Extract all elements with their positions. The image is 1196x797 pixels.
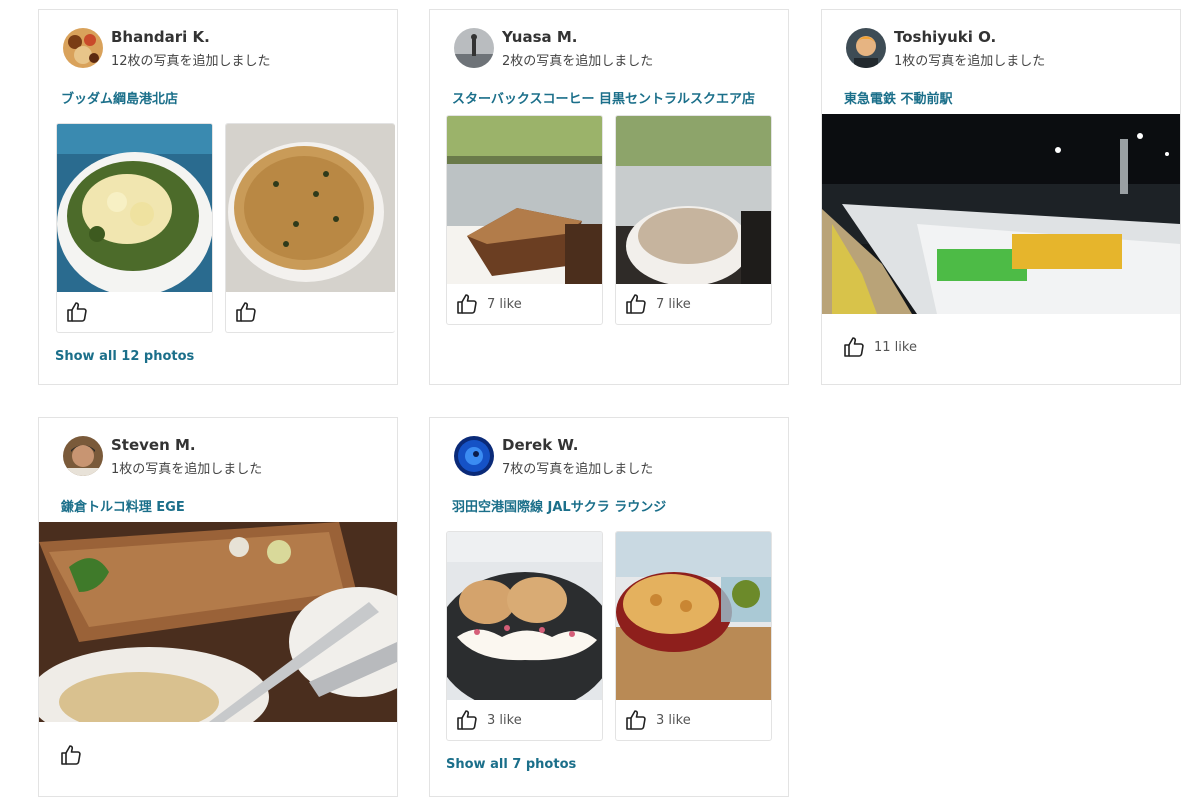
photo-thumbnail[interactable]: 3 like xyxy=(615,531,772,741)
like-row: 7 like xyxy=(455,292,522,316)
photo-image[interactable] xyxy=(616,116,771,284)
card-header: Toshiyuki O. 1枚の写真を追加しました xyxy=(846,28,1166,69)
photo-image[interactable] xyxy=(447,532,602,700)
activity-card: Toshiyuki O. 1枚の写真を追加しました 東急電鉄 不動前駅 11 l… xyxy=(821,9,1181,385)
thumbs-up-icon[interactable] xyxy=(59,743,83,767)
photo-thumbnail[interactable]: 7 like xyxy=(615,115,772,325)
avatar[interactable] xyxy=(454,436,494,476)
place-link[interactable]: 鎌倉トルコ料理 EGE xyxy=(61,496,379,515)
like-row: 7 like xyxy=(624,292,691,316)
photo-image[interactable] xyxy=(447,116,602,284)
card-header: Bhandari K. 12枚の写真を追加しました xyxy=(63,28,383,69)
user-name[interactable]: Yuasa M. xyxy=(502,28,577,46)
activity-card: Yuasa M. 2枚の写真を追加しました スターバックスコーヒー 目黒セントラ… xyxy=(429,9,789,385)
like-row xyxy=(65,300,97,324)
thumbs-up-icon[interactable] xyxy=(842,335,866,359)
photo-image[interactable] xyxy=(226,124,395,292)
card-header: Derek W. 7枚の写真を追加しました xyxy=(454,436,774,477)
like-row: 3 like xyxy=(455,708,522,732)
like-count: 3 like xyxy=(487,712,522,728)
activity-card: Bhandari K. 12枚の写真を追加しました ブッダム綱島港北店 Show… xyxy=(38,9,398,385)
like-row: 3 like xyxy=(624,708,691,732)
thumbs-up-icon[interactable] xyxy=(624,292,648,316)
user-name[interactable]: Derek W. xyxy=(502,436,578,454)
user-name[interactable]: Toshiyuki O. xyxy=(894,28,996,46)
photo-image[interactable] xyxy=(616,532,771,700)
place-link[interactable]: ブッダム綱島港北店 xyxy=(61,88,379,107)
like-count: 7 like xyxy=(487,296,522,312)
thumbs-up-icon[interactable] xyxy=(455,708,479,732)
photo-image[interactable] xyxy=(39,522,397,722)
activity-summary: 7枚の写真を追加しました xyxy=(502,462,654,477)
avatar[interactable] xyxy=(63,436,103,476)
photo-thumbnail[interactable] xyxy=(56,123,213,333)
like-count: 11 like xyxy=(874,339,917,355)
thumbs-up-icon[interactable] xyxy=(624,708,648,732)
thumbs-up-icon[interactable] xyxy=(455,292,479,316)
show-all-photos-link[interactable]: Show all 12 photos xyxy=(55,349,194,364)
activity-card: Steven M. 1枚の写真を追加しました 鎌倉トルコ料理 EGE xyxy=(38,417,398,797)
like-row xyxy=(234,300,266,324)
card-header: Steven M. 1枚の写真を追加しました xyxy=(63,436,383,477)
thumbs-up-icon[interactable] xyxy=(65,300,89,324)
photo-thumbnail[interactable]: 7 like xyxy=(446,115,603,325)
photo-image[interactable] xyxy=(822,114,1180,314)
activity-summary: 1枚の写真を追加しました xyxy=(111,462,263,477)
like-row xyxy=(59,743,91,767)
avatar[interactable] xyxy=(454,28,494,68)
thumbs-up-icon[interactable] xyxy=(234,300,258,324)
user-name[interactable]: Bhandari K. xyxy=(111,28,210,46)
like-count: 3 like xyxy=(656,712,691,728)
activity-summary: 2枚の写真を追加しました xyxy=(502,54,654,69)
photo-thumbnail[interactable] xyxy=(225,123,395,333)
user-name[interactable]: Steven M. xyxy=(111,436,196,454)
photo-thumbnail[interactable]: 3 like xyxy=(446,531,603,741)
activity-summary: 1枚の写真を追加しました xyxy=(894,54,1046,69)
place-link[interactable]: スターバックスコーヒー 目黒セントラルスクエア店 xyxy=(452,88,770,107)
card-header: Yuasa M. 2枚の写真を追加しました xyxy=(454,28,774,69)
like-row: 11 like xyxy=(842,335,917,359)
place-link[interactable]: 羽田空港国際線 JALサクラ ラウンジ xyxy=(452,496,770,515)
place-link[interactable]: 東急電鉄 不動前駅 xyxy=(844,88,1162,107)
like-count: 7 like xyxy=(656,296,691,312)
avatar[interactable] xyxy=(63,28,103,68)
activity-card: Derek W. 7枚の写真を追加しました 羽田空港国際線 JALサクラ ラウン… xyxy=(429,417,789,797)
avatar[interactable] xyxy=(846,28,886,68)
show-all-photos-link[interactable]: Show all 7 photos xyxy=(446,757,576,772)
photo-image[interactable] xyxy=(57,124,212,292)
activity-summary: 12枚の写真を追加しました xyxy=(111,54,271,69)
